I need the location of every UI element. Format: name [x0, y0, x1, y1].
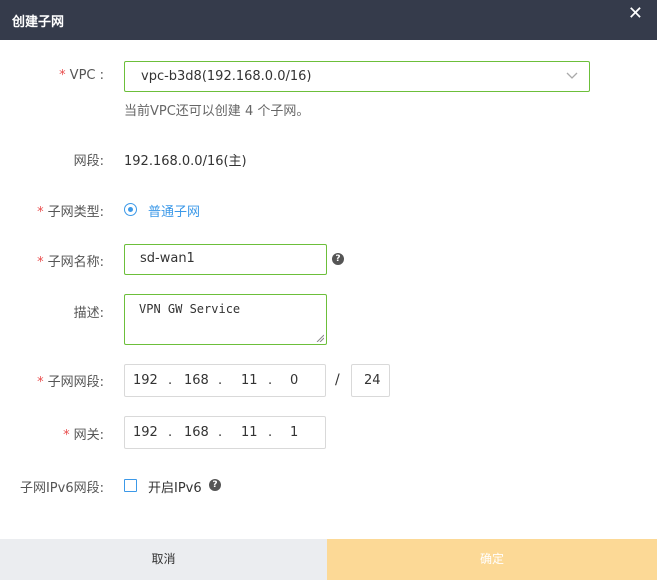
description-textarea[interactable]: VPN GW Service: [124, 294, 327, 345]
subnet-type-radio[interactable]: [124, 203, 137, 216]
required-mark: *: [59, 68, 66, 83]
cidr-octet-4[interactable]: 0: [290, 373, 298, 388]
description-label: 描述:: [73, 306, 104, 321]
cidr-octet-1[interactable]: 192: [133, 373, 158, 388]
dialog-title: 创建子网: [12, 15, 65, 30]
chevron-down-icon: [566, 72, 578, 79]
mask-separator: /: [335, 372, 340, 388]
segment-label: 网段:: [73, 154, 104, 169]
resize-handle-icon[interactable]: [316, 334, 324, 342]
gateway-octet-1[interactable]: 192: [133, 425, 158, 440]
help-icon[interactable]: ?: [209, 479, 221, 491]
vpc-select-value: vpc-b3d8(192.168.0.0/16): [141, 69, 312, 84]
help-icon[interactable]: ?: [332, 253, 344, 265]
gateway-octet-4[interactable]: 1: [290, 425, 298, 440]
subnet-cidr-label: * 子网网段:: [37, 375, 104, 390]
octet-dot: .: [268, 373, 273, 388]
subnet-name-label: * 子网名称:: [37, 255, 104, 270]
cancel-button[interactable]: 取消: [0, 539, 327, 580]
ipv6-label: 子网IPv6网段:: [19, 481, 104, 496]
octet-dot: .: [168, 425, 173, 440]
octet-dot: .: [168, 373, 173, 388]
close-icon[interactable]: ✕: [628, 5, 643, 23]
ipv6-checkbox-label[interactable]: 开启IPv6: [148, 477, 202, 496]
confirm-button[interactable]: 确定: [327, 539, 657, 580]
gateway-octet-2[interactable]: 168: [184, 425, 209, 440]
cidr-octet-3[interactable]: 11: [241, 373, 258, 388]
cidr-octet-2[interactable]: 168: [184, 373, 209, 388]
gateway-label: * 网关:: [63, 428, 104, 443]
octet-dot: .: [268, 425, 273, 440]
gateway-octet-3[interactable]: 11: [241, 425, 258, 440]
subnet-type-label: * 子网类型:: [37, 205, 104, 220]
subnet-cidr-input[interactable]: 192 . 168 . 11 . 0: [124, 364, 326, 397]
ipv6-checkbox[interactable]: [124, 479, 137, 492]
subnet-name-input[interactable]: sd-wan1: [124, 244, 327, 275]
octet-dot: .: [218, 373, 223, 388]
vpc-hint: 当前VPC还可以创建 4 个子网。: [124, 104, 310, 119]
vpc-label: * VPC :: [59, 68, 104, 83]
gateway-input[interactable]: 192 . 168 . 11 . 1: [124, 416, 326, 449]
subnet-mask-input[interactable]: 24: [351, 364, 390, 397]
subnet-mask-value[interactable]: 24: [364, 373, 381, 388]
subnet-type-option[interactable]: 普通子网: [148, 201, 200, 220]
vpc-select[interactable]: vpc-b3d8(192.168.0.0/16): [124, 61, 590, 92]
dialog-titlebar: 创建子网 ✕: [0, 0, 657, 40]
octet-dot: .: [218, 425, 223, 440]
segment-value: 192.168.0.0/16(主): [124, 154, 247, 169]
